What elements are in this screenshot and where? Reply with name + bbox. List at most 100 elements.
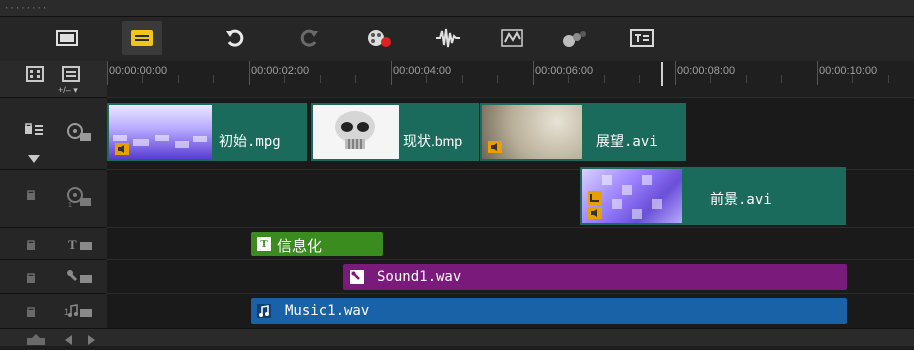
- track-expand-icon[interactable]: [28, 150, 40, 168]
- title-track[interactable]: T 信息化: [107, 227, 914, 260]
- overlay-clip[interactable]: 前景.avi: [580, 167, 846, 225]
- clip-label: Music1.wav: [285, 303, 370, 319]
- music-track[interactable]: Music1.wav: [107, 293, 914, 329]
- fit-project-icon[interactable]: [26, 332, 46, 350]
- title-badge-icon: T: [257, 237, 271, 251]
- voice-clip[interactable]: Sound1.wav: [343, 264, 847, 290]
- time-ruler[interactable]: 00:00:00:00 00:00:02:00 00:00:04:00 00:0…: [107, 61, 914, 97]
- audio-indicator-icon: [588, 207, 602, 219]
- video-track-header: [0, 97, 107, 170]
- clip-label: 现状.bmp: [403, 133, 463, 149]
- ruler-tick: [817, 61, 818, 85]
- zoom-control[interactable]: +/– ▾: [58, 85, 78, 96]
- scroll-right-icon[interactable]: [86, 332, 96, 350]
- ruler-minor-tick: [781, 75, 782, 83]
- ruler-minor-tick: [746, 75, 747, 83]
- undo-button[interactable]: [215, 21, 255, 55]
- auto-music-button[interactable]: [492, 21, 532, 55]
- overlay-track[interactable]: 前景.avi: [107, 167, 914, 228]
- ruler-minor-tick: [142, 75, 143, 83]
- record-capture-button[interactable]: [359, 21, 399, 55]
- clip-thumbnail: [109, 105, 212, 159]
- ruler-minor-tick: [888, 75, 889, 83]
- storyboard-view-icon: [56, 30, 78, 46]
- video-track-icon: [66, 122, 92, 147]
- voice-track-header: [0, 259, 107, 294]
- track-header-controls: +/– ▾: [0, 61, 108, 97]
- microphone-icon: [350, 270, 364, 284]
- video-clip[interactable]: 现状.bmp: [311, 103, 479, 161]
- clip-thumbnail: [482, 105, 582, 159]
- timeline-view-icon: [131, 30, 153, 46]
- video-track[interactable]: 初始.mpg 现状.bmp 展望.avi: [107, 97, 914, 170]
- title-clip[interactable]: T 信息化: [251, 232, 383, 256]
- ruler-tick: [249, 61, 250, 85]
- audio-indicator-icon: [115, 143, 129, 155]
- ruler-tick: [391, 61, 392, 85]
- ruler-minor-tick: [497, 75, 498, 83]
- ruler-tick: [675, 61, 676, 85]
- ruler-tick-label: 00:00:00:00: [109, 65, 168, 77]
- redo-icon: [300, 29, 318, 47]
- ruler-tick-label: 00:00:08:00: [677, 65, 736, 77]
- redo-button[interactable]: [289, 21, 329, 55]
- ruler-minor-tick: [639, 75, 640, 83]
- audio-indicator-icon: [488, 141, 502, 153]
- playhead[interactable]: [661, 62, 663, 86]
- timeline-view-button[interactable]: [122, 21, 162, 55]
- timeline-scrollbar: [0, 328, 914, 346]
- video-clip[interactable]: 初始.mpg: [107, 103, 307, 161]
- music-note-icon: [257, 304, 271, 318]
- music-track-icon: 1: [64, 303, 94, 324]
- motion-tracking-button[interactable]: [555, 21, 595, 55]
- voice-track[interactable]: Sound1.wav: [107, 259, 914, 294]
- ruler-minor-tick: [852, 75, 853, 83]
- panel-grip[interactable]: ········: [0, 0, 914, 17]
- track-lock-icon[interactable]: [26, 305, 38, 323]
- audio-mixer-button[interactable]: [428, 21, 468, 55]
- ruler-minor-tick: [462, 75, 463, 83]
- ruler-tick-label: 00:00:02:00: [251, 65, 310, 77]
- clip-label: 展望.avi: [596, 134, 658, 150]
- clip-thumbnail: [313, 105, 399, 159]
- scroll-left-icon[interactable]: [64, 332, 74, 350]
- clip-label: 前景.avi: [710, 192, 772, 208]
- undo-icon: [226, 29, 244, 47]
- svg-text:1: 1: [68, 202, 72, 208]
- track-lock-icon[interactable]: [26, 271, 38, 289]
- motion-tracking-icon: [563, 31, 586, 47]
- clip-thumbnail: [582, 169, 682, 223]
- ruler-minor-tick: [320, 75, 321, 83]
- track-lock-icon[interactable]: [26, 188, 38, 206]
- storyboard-view-button[interactable]: [47, 21, 87, 55]
- auto-music-icon: [501, 29, 523, 47]
- title-track-header: T: [0, 227, 107, 260]
- ruler-minor-tick: [568, 75, 569, 83]
- subtitle-editor-icon: [630, 29, 654, 47]
- ruler-minor-tick: [604, 75, 605, 83]
- ruler-tick-label: 00:00:10:00: [819, 65, 878, 77]
- add-track-icon[interactable]: [62, 66, 80, 87]
- svg-text:T: T: [68, 237, 77, 252]
- music-clip[interactable]: Music1.wav: [251, 298, 847, 324]
- subtitle-editor-button[interactable]: [622, 21, 662, 55]
- overlay-track-header: 1: [0, 169, 107, 228]
- video-clip[interactable]: 展望.avi: [480, 103, 686, 161]
- motion-indicator-icon: [588, 191, 602, 205]
- clip-label: 初始.mpg: [219, 134, 281, 150]
- voice-track-icon: [66, 269, 94, 290]
- track-lock-icon[interactable]: [26, 238, 38, 256]
- ruler-tick: [107, 61, 108, 85]
- grip-dots-icon: ········: [4, 4, 48, 14]
- ruler-minor-tick: [178, 75, 179, 83]
- ruler-tick-label: 00:00:04:00: [393, 65, 452, 77]
- clip-label: Sound1.wav: [377, 269, 462, 285]
- track-lock-icon[interactable]: [24, 122, 44, 141]
- title-track-icon: T: [66, 236, 94, 257]
- music-track-header: 1: [0, 293, 107, 329]
- track-manager-icon[interactable]: [26, 66, 44, 87]
- ruler-minor-tick: [213, 75, 214, 83]
- ruler-minor-tick: [710, 75, 711, 83]
- ruler-tick-label: 00:00:06:00: [535, 65, 594, 77]
- audio-mixer-icon: [436, 28, 460, 48]
